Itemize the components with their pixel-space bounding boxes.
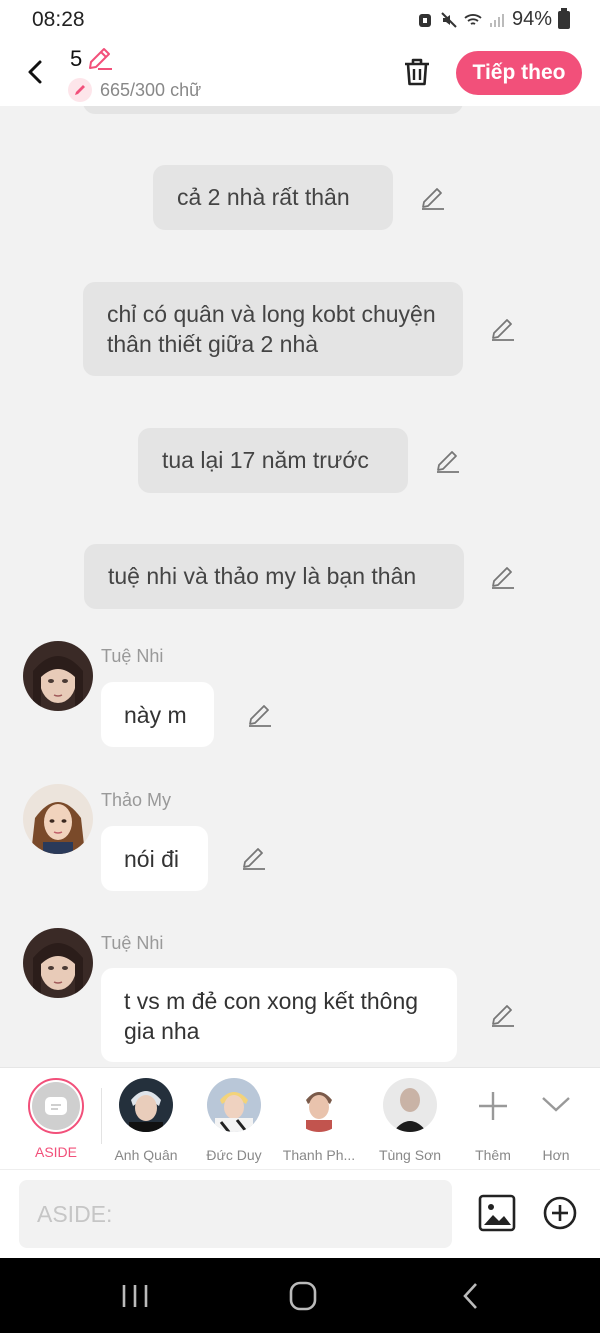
character-name: Tuệ Nhi [101, 933, 164, 953]
avatar [383, 1078, 437, 1132]
narration-bubble[interactable]: cả 2 nhà rất thân [153, 165, 393, 230]
narration-text: cả 2 nhà rất thân [177, 184, 350, 210]
character-label: Thanh Ph... [282, 1147, 356, 1163]
message-bubble[interactable]: này m [101, 682, 214, 747]
narration-text: chỉ có quân và long kobt chuyện thân thi… [107, 301, 436, 357]
character-label: ASIDE [34, 1144, 77, 1160]
edit-icon[interactable] [435, 448, 461, 474]
narration-text: tuệ nhi và thảo my là bạn thân [108, 563, 417, 589]
edit-icon[interactable] [490, 1002, 516, 1028]
message-text: nói đi [124, 846, 179, 872]
message-bubble[interactable]: nói đi [101, 826, 208, 891]
home-icon[interactable] [283, 1280, 323, 1312]
narration-bubble[interactable]: chỉ có quân và long kobt chuyện thân thi… [83, 282, 463, 376]
character-anh-quan[interactable]: Anh Quân [106, 1078, 186, 1163]
image-icon[interactable] [478, 1194, 516, 1232]
message-text: này m [124, 702, 187, 728]
battery-percent: 94% [511, 8, 552, 30]
status-icons: 94% [416, 7, 570, 31]
narration-text: tua lại 17 năm trước [162, 447, 369, 473]
chevron-down-icon [542, 1097, 570, 1112]
mute-icon [441, 11, 457, 28]
status-bar: 08:28 94% [0, 0, 600, 38]
message-bubble[interactable]: t vs m đẻ con xong kết thông gia nha [101, 968, 457, 1062]
character-name: Thảo My [101, 790, 172, 810]
character-selector: ASIDE Anh Quân Đức Duy Thanh Ph... Tùng … [0, 1067, 600, 1169]
character-label: Đức Duy [206, 1147, 262, 1163]
trash-icon[interactable] [400, 55, 434, 89]
edit-icon[interactable] [490, 316, 516, 342]
add-circle-icon[interactable] [542, 1195, 578, 1231]
divider [101, 1088, 102, 1144]
expand-label: Hơn [542, 1147, 570, 1163]
narration-bubble[interactable]: tua lại 17 năm trước [138, 428, 408, 493]
word-count-group: 665/300 chữ [68, 78, 201, 102]
expand-characters-button[interactable]: Hơn [516, 1078, 596, 1163]
edit-icon[interactable] [490, 564, 516, 590]
scene-number-group[interactable]: 5 [70, 46, 114, 72]
message-text: t vs m đẻ con xong kết thông gia nha [124, 988, 419, 1044]
pencil-icon [68, 78, 92, 102]
editor-header: 5 665/300 chữ Tiếp theo [0, 38, 600, 106]
edit-icon[interactable] [241, 845, 267, 871]
avatar-tue-nhi[interactable] [23, 641, 93, 711]
aside-avatar [28, 1078, 84, 1134]
edit-title-icon [89, 48, 113, 70]
character-tung-son[interactable]: Tùng Sơn [370, 1078, 450, 1163]
edit-icon[interactable] [247, 702, 273, 728]
scene-number: 5 [70, 46, 83, 71]
character-duc-duy[interactable]: Đức Duy [194, 1078, 274, 1163]
message-icon [45, 1097, 67, 1115]
character-thanh-ph[interactable]: Thanh Ph... [279, 1078, 359, 1163]
recent-apps-icon[interactable] [115, 1280, 155, 1312]
narration-bubble[interactable]: tuệ nhi và thảo my là bạn thân [84, 544, 464, 609]
system-navigation-bar [0, 1258, 600, 1333]
avatar [292, 1078, 346, 1132]
composer [0, 1169, 600, 1258]
battery-icon [558, 7, 570, 29]
edit-icon[interactable] [420, 185, 446, 211]
character-label: Tùng Sơn [378, 1147, 442, 1163]
status-time: 08:28 [32, 8, 85, 31]
narration-bubble-partial [83, 106, 463, 114]
plus-icon [479, 1092, 507, 1120]
avatar [207, 1078, 261, 1133]
character-label: Anh Quân [114, 1147, 178, 1163]
character-aside[interactable]: ASIDE [16, 1078, 96, 1160]
avatar-thao-my[interactable] [23, 784, 93, 854]
back-icon[interactable] [20, 54, 52, 90]
signal-icon [489, 13, 504, 27]
character-name: Tuệ Nhi [101, 646, 164, 666]
next-button[interactable]: Tiếp theo [456, 51, 582, 95]
alarm-icon [418, 13, 431, 27]
message-input[interactable] [19, 1180, 452, 1248]
back-nav-icon[interactable] [452, 1280, 492, 1312]
avatar-tue-nhi[interactable] [23, 928, 93, 998]
chat-area[interactable]: cả 2 nhà rất thân chỉ có quân và long ko… [0, 106, 600, 1067]
wifi-icon [464, 13, 482, 25]
word-count: 665/300 chữ [100, 79, 202, 100]
avatar [119, 1078, 173, 1132]
